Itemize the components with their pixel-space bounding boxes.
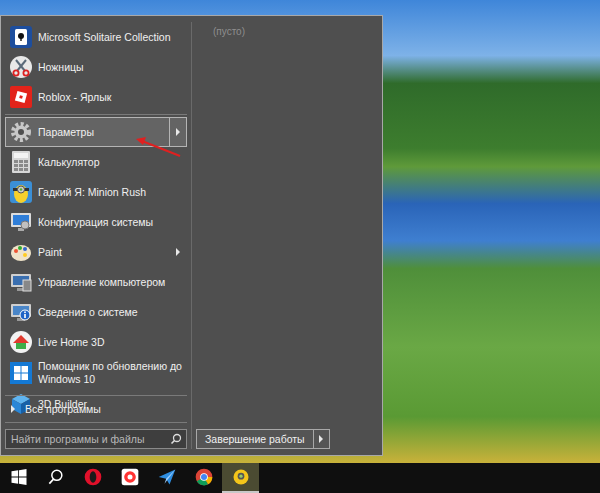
computer-icon: [9, 270, 33, 294]
menu-item-label: Управление компьютером: [38, 276, 186, 289]
roblox-icon: [9, 85, 33, 109]
menu-item-label: Ножницы: [38, 61, 186, 74]
menu-item-label: Параметры: [38, 126, 164, 139]
menu-item-label: Roblox - Ярлык: [38, 91, 186, 104]
search-placeholder: Найти программы и файлы: [11, 433, 170, 445]
yandex-icon: [120, 467, 140, 487]
taskbar-button[interactable]: [74, 463, 111, 493]
menu-item[interactable]: Ножницы: [5, 52, 187, 82]
red-arrow-annotation: [0, 0, 600, 493]
config-icon: [9, 210, 33, 234]
menu-item-label: Помощник по обновлению до Windows 10: [38, 360, 186, 386]
gear-icon: [9, 120, 33, 144]
separator: [5, 422, 187, 423]
menu-item-label: Конфигурация системы: [38, 216, 186, 229]
minion-icon: [9, 180, 33, 204]
all-programs[interactable]: Все программы: [5, 398, 187, 420]
search-icon: [46, 467, 66, 487]
home3d-icon: [9, 330, 33, 354]
game-icon: [231, 467, 251, 487]
arrow-right-icon: [319, 435, 323, 443]
arrow-right-icon: [11, 405, 15, 413]
plane-icon: [157, 467, 177, 487]
separator: [5, 395, 187, 396]
desktop: Microsoft Solitaire Collection Ножницы R…: [0, 0, 600, 463]
search-field[interactable]: Найти программы и файлы: [5, 429, 187, 449]
paint-icon: [9, 240, 33, 264]
recent-pane: (пусто) Завершение работы: [192, 22, 378, 449]
program-list: Microsoft Solitaire Collection Ножницы R…: [5, 22, 187, 393]
menu-item-label: Сведения о системе: [38, 306, 186, 319]
menu-item-label: Гадкий Я: Minion Rush: [38, 186, 186, 199]
menu-item-label: Paint: [38, 246, 164, 259]
calculator-icon: [9, 150, 33, 174]
menu-item[interactable]: Гадкий Я: Minion Rush: [5, 177, 187, 207]
separator: [5, 114, 187, 115]
sysinfo-icon: [9, 300, 33, 324]
taskbar-button[interactable]: [222, 463, 259, 493]
arrow-right-icon: [176, 248, 180, 256]
screen: Microsoft Solitaire Collection Ножницы R…: [0, 0, 600, 493]
submenu-arrow[interactable]: [169, 118, 186, 146]
menu-item[interactable]: Калькулятор: [5, 147, 187, 177]
taskbar-button[interactable]: [0, 463, 37, 493]
menu-item-label: Live Home 3D: [38, 336, 186, 349]
menu-item[interactable]: Microsoft Solitaire Collection: [5, 22, 187, 52]
menu-item-label: Microsoft Solitaire Collection: [38, 31, 186, 44]
taskbar-button[interactable]: [37, 463, 74, 493]
submenu-arrow[interactable]: [169, 238, 186, 266]
menu-item-label: Калькулятор: [38, 156, 186, 169]
menu-item[interactable]: Управление компьютером: [5, 267, 187, 297]
menu-item[interactable]: Paint: [5, 237, 187, 267]
menu-item[interactable]: Помощник по обновлению до Windows 10: [5, 357, 187, 389]
menu-item[interactable]: Параметры: [5, 117, 187, 147]
shutdown-group: Завершение работы: [196, 429, 378, 449]
chrome-icon: [194, 467, 214, 487]
taskbar: [0, 463, 600, 493]
magnifier-icon: [170, 433, 182, 445]
taskbar-button[interactable]: [111, 463, 148, 493]
cards-icon: [9, 25, 33, 49]
arrow-right-icon: [176, 128, 180, 136]
opera-icon: [83, 467, 103, 487]
scissors-icon: [9, 55, 33, 79]
taskbar-button[interactable]: [185, 463, 222, 493]
taskbar-button[interactable]: [148, 463, 185, 493]
shutdown-button[interactable]: Завершение работы: [196, 429, 314, 449]
menu-item[interactable]: Live Home 3D: [5, 327, 187, 357]
menu-item[interactable]: Roblox - Ярлык: [5, 82, 187, 112]
start-icon: [9, 467, 29, 487]
start-menu: Microsoft Solitaire Collection Ножницы R…: [0, 15, 383, 456]
shutdown-options-button[interactable]: [314, 429, 330, 449]
all-programs-label: Все программы: [25, 403, 187, 416]
menu-item[interactable]: Конфигурация системы: [5, 207, 187, 237]
program-pane: Microsoft Solitaire Collection Ножницы R…: [5, 22, 192, 449]
menu-item[interactable]: Сведения о системе: [5, 297, 187, 327]
recent-empty-label: (пусто): [196, 22, 378, 37]
windows-icon: [9, 361, 33, 385]
